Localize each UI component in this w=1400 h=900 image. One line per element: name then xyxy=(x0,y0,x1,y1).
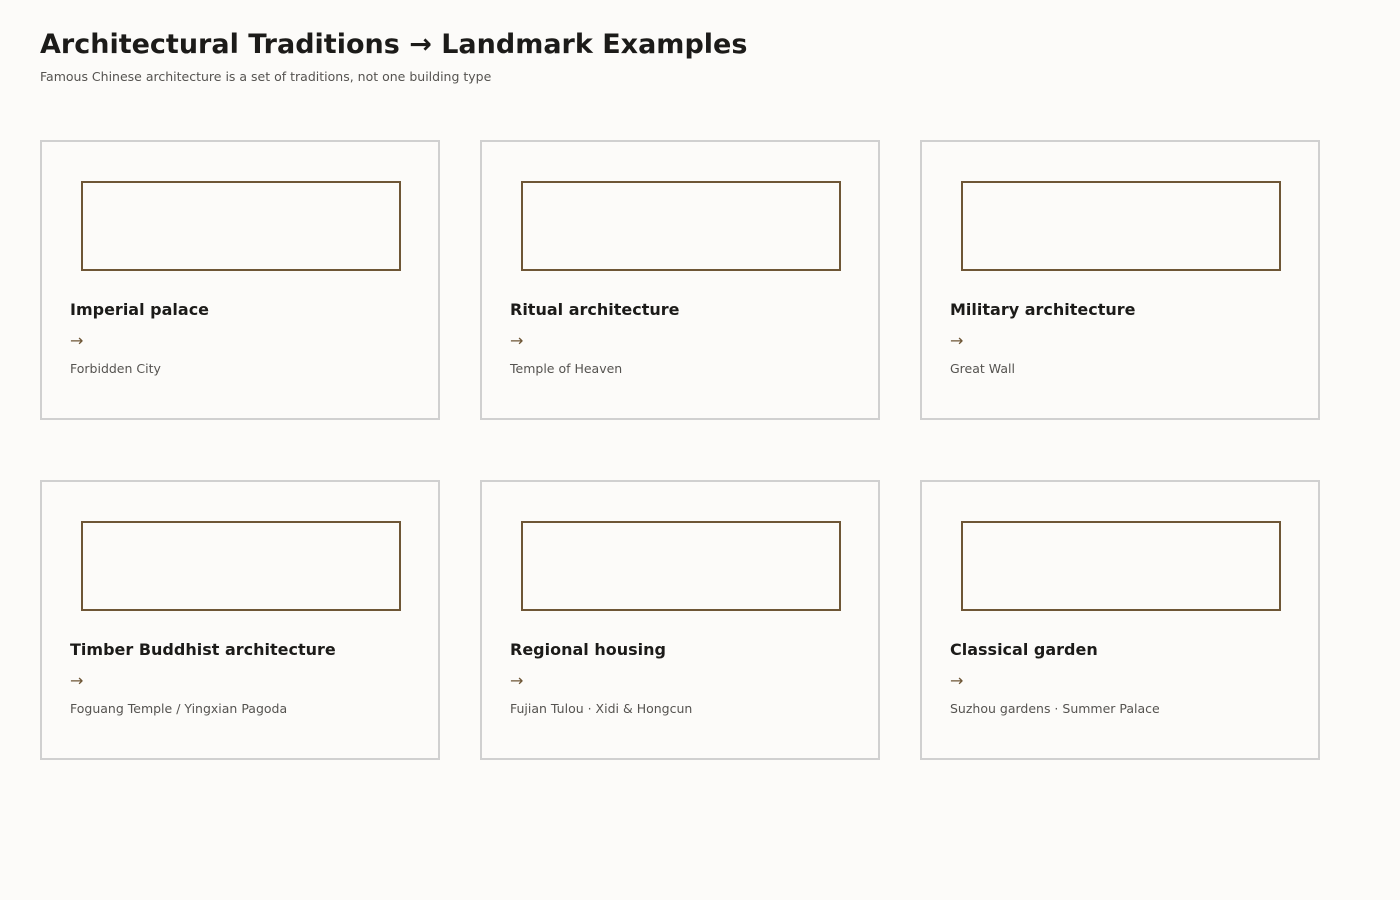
tradition-title: Classical garden xyxy=(950,640,1098,659)
image-placeholder-frame xyxy=(81,181,401,271)
tradition-title: Military architecture xyxy=(950,300,1136,319)
arrow-right-icon: → xyxy=(950,331,964,350)
arrow-right-icon: → xyxy=(510,671,524,690)
arrow-right-icon: → xyxy=(70,671,84,690)
tradition-title: Timber Buddhist architecture xyxy=(70,640,336,659)
card-classical-garden: Classical garden → Suzhou gardens · Summ… xyxy=(920,480,1320,760)
tradition-title: Regional housing xyxy=(510,640,666,659)
image-placeholder-frame xyxy=(81,521,401,611)
landmark-example: Great Wall xyxy=(950,361,1015,376)
landmark-example: Forbidden City xyxy=(70,361,161,376)
page-subtitle: Famous Chinese architecture is a set of … xyxy=(40,69,492,84)
landmark-example: Suzhou gardens · Summer Palace xyxy=(950,701,1160,716)
card-timber-buddhist-architecture: Timber Buddhist architecture → Foguang T… xyxy=(40,480,440,760)
image-placeholder-frame xyxy=(521,521,841,611)
image-placeholder-frame xyxy=(521,181,841,271)
arrow-right-icon: → xyxy=(950,671,964,690)
card-military-architecture: Military architecture → Great Wall xyxy=(920,140,1320,420)
arrow-right-icon: → xyxy=(510,331,524,350)
tradition-title: Imperial palace xyxy=(70,300,210,319)
landmark-example: Fujian Tulou · Xidi & Hongcun xyxy=(510,701,693,716)
landmark-example: Foguang Temple / Yingxian Pagoda xyxy=(70,701,288,716)
arrow-right-icon: → xyxy=(70,331,84,350)
image-placeholder-frame xyxy=(961,181,1281,271)
image-placeholder-frame xyxy=(961,521,1281,611)
card-imperial-palace: Imperial palace → Forbidden City xyxy=(40,140,440,420)
tradition-grid: Imperial palace → Forbidden City Ritual … xyxy=(40,140,1320,760)
tradition-title: Ritual architecture xyxy=(510,300,680,319)
landmark-example: Temple of Heaven xyxy=(510,361,623,376)
card-ritual-architecture: Ritual architecture → Temple of Heaven xyxy=(480,140,880,420)
card-regional-housing: Regional housing → Fujian Tulou · Xidi &… xyxy=(480,480,880,760)
page-title: Architectural Traditions → Landmark Exam… xyxy=(40,29,748,60)
